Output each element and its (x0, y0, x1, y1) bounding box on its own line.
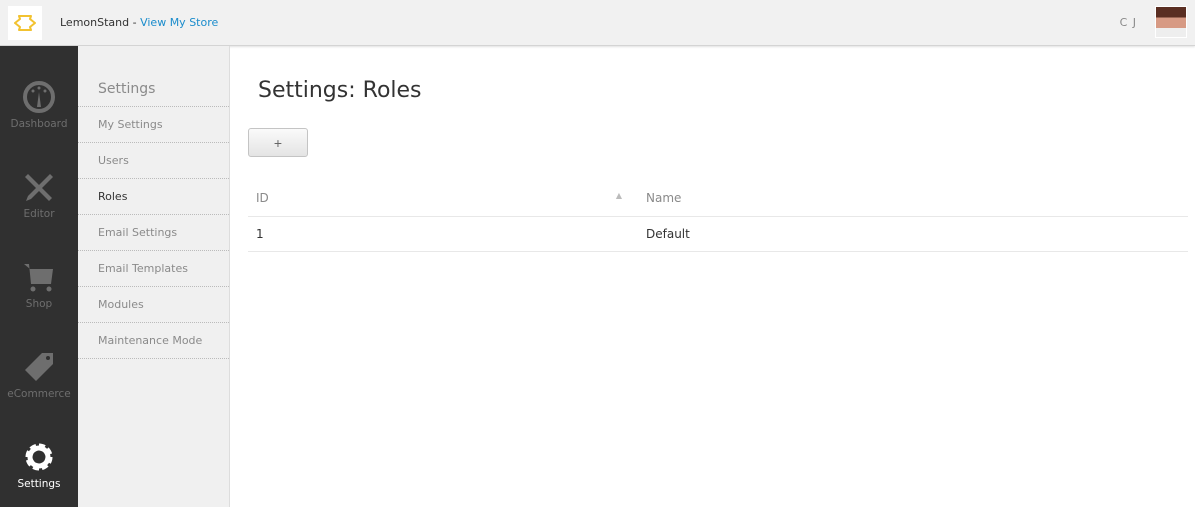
sidebar-item-users[interactable]: Users (78, 143, 229, 179)
nav-settings[interactable]: Settings (0, 440, 78, 530)
sidebar-item-maintenance-mode[interactable]: Maintenance Mode (78, 323, 229, 359)
logo-icon (14, 15, 36, 31)
nav-ecommerce[interactable]: eCommerce (0, 350, 78, 440)
gauge-icon (23, 81, 55, 113)
brand: LemonStand - View My Store (60, 16, 218, 29)
tag-icon (25, 353, 53, 381)
separator: - (129, 16, 141, 29)
nav-label: eCommerce (7, 388, 71, 400)
column-header-name[interactable]: Name (638, 181, 1188, 217)
sort-asc-icon: ▲ (615, 191, 622, 201)
sidebar-item-roles[interactable]: Roles (78, 179, 229, 215)
nav-label: Shop (25, 298, 53, 310)
roles-table: ID ▲ Name 1 Default (248, 181, 1188, 252)
nav-label: Settings (17, 478, 61, 490)
view-store-link[interactable]: View My Store (140, 16, 218, 29)
cell-id: 1 (248, 216, 638, 252)
nav-label: Editor (23, 208, 55, 220)
table-row[interactable]: 1 Default (248, 216, 1188, 252)
settings-sidebar: Settings My Settings Users Roles Email S… (78, 46, 230, 507)
cart-icon (24, 264, 53, 292)
user-initials[interactable]: C J (1120, 16, 1137, 29)
nav-shop[interactable]: Shop (0, 260, 78, 350)
nav-dashboard[interactable]: Dashboard (0, 80, 78, 170)
sidebar-item-email-templates[interactable]: Email Templates (78, 251, 229, 287)
nav-editor[interactable]: Editor (0, 170, 78, 260)
main-nav: Dashboard Editor Shop eCommerce Settings (0, 46, 78, 507)
column-header-id[interactable]: ID ▲ (248, 181, 638, 217)
avatar[interactable] (1155, 6, 1187, 38)
lemonstand-logo[interactable] (8, 6, 42, 40)
sidebar-item-my-settings[interactable]: My Settings (78, 107, 229, 143)
gear-icon (25, 443, 53, 471)
column-label: ID (256, 191, 269, 206)
sidebar-title: Settings (78, 46, 229, 107)
sidebar-item-email-settings[interactable]: Email Settings (78, 215, 229, 251)
page-title: Settings: Roles (258, 78, 422, 103)
sidebar-item-modules[interactable]: Modules (78, 287, 229, 323)
add-role-button[interactable]: + (248, 128, 308, 157)
top-bar: LemonStand - View My Store C J (0, 0, 1195, 46)
tools-icon (25, 174, 53, 201)
cell-name: Default (638, 216, 1188, 252)
nav-label: Dashboard (10, 118, 68, 130)
brand-name: LemonStand (60, 16, 130, 29)
main-content: Settings: Roles + ID ▲ Name 1 Default (230, 46, 1195, 507)
